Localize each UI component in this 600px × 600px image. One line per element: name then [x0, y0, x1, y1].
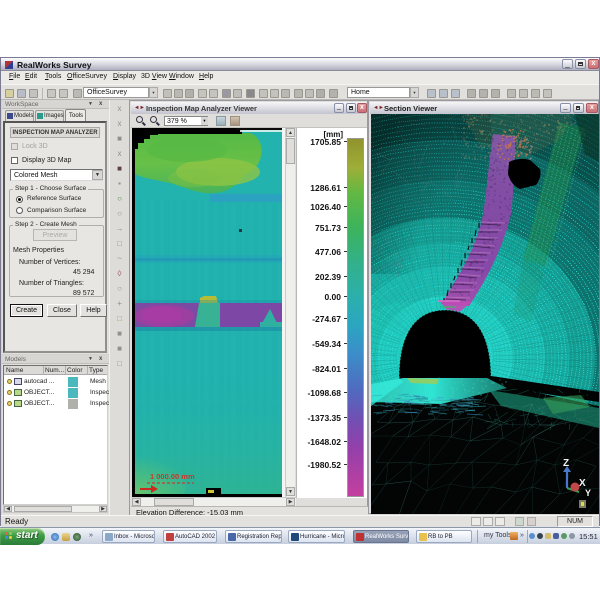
svg-text:Z: Z — [563, 458, 569, 469]
svg-text:Y: Y — [585, 488, 591, 498]
svg-text:1 000.00 mm: 1 000.00 mm — [150, 472, 195, 481]
